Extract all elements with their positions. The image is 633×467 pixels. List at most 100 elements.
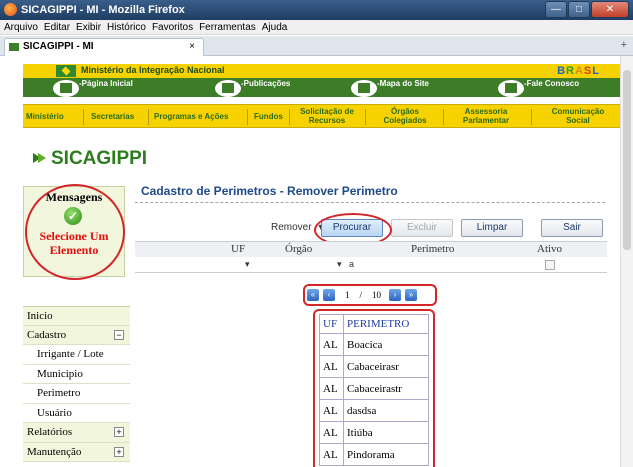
cell-uf: AL — [319, 377, 344, 400]
messages-text: Selecione Um Elemento — [39, 229, 109, 257]
menu-ferramentas[interactable]: Ferramentas — [199, 20, 256, 34]
cell-perimetro: dasdsa — [343, 399, 429, 422]
menu-bar: Arquivo Editar Exibir Histórico Favorito… — [0, 20, 633, 35]
menu-arquivo[interactable]: Arquivo — [4, 20, 38, 34]
messages-panel: Mensagens ✓ Selecione Um Elemento — [23, 186, 125, 277]
menu-exibir[interactable]: Exibir — [76, 20, 101, 34]
map-icon — [351, 80, 377, 97]
chevron-down-icon: ▾ — [245, 259, 250, 269]
table-row[interactable]: AL Itiúba — [319, 421, 429, 444]
section-orgaos[interactable]: Órgãos Colegiados — [377, 107, 433, 125]
check-icon: ✓ — [64, 207, 82, 225]
section-solicitacao[interactable]: Solicitação de Recursos — [295, 107, 359, 125]
filter-input-row: ▾ ▾ a — [135, 257, 607, 273]
tab-close-icon[interactable]: × — [189, 39, 195, 55]
filter-header-perimetro: Perimetro — [411, 243, 455, 255]
menu-item-usuario[interactable]: Usuário — [23, 403, 130, 423]
next-page-icon[interactable]: › — [389, 289, 402, 301]
tab-label: SICAGIPPI - MI — [23, 41, 94, 52]
cell-perimetro: Boacica — [343, 333, 429, 356]
first-page-icon[interactable]: « — [307, 289, 319, 301]
section-secretarias[interactable]: Secretarias — [91, 112, 134, 121]
cell-perimetro: Cabaceirasr — [343, 355, 429, 378]
new-tab-button[interactable]: + — [621, 39, 627, 51]
nav-mapa-do-site[interactable]: -Mapa do Site — [377, 78, 429, 97]
menu-ajuda[interactable]: Ajuda — [262, 20, 288, 34]
brasil-logo: BRASL — [557, 65, 600, 77]
procurar-button[interactable]: Procurar — [321, 219, 383, 237]
cell-uf: AL — [319, 443, 344, 466]
menu-item-manutencao[interactable]: Manutenção + — [23, 442, 130, 462]
table-row[interactable]: AL Cabaceirasr — [319, 355, 429, 378]
limpar-button[interactable]: Limpar — [461, 219, 523, 237]
filter-header-uf: UF — [231, 243, 246, 255]
filter-header-orgao: Órgão — [285, 243, 313, 255]
firefox-icon — [4, 3, 17, 16]
menu-item-municipio[interactable]: Municipio — [23, 364, 130, 384]
section-programas[interactable]: Programas e Ações — [154, 112, 228, 121]
expand-icon[interactable]: + — [114, 446, 124, 457]
messages-title: Mensagens — [45, 190, 103, 204]
table-row[interactable]: AL Pindorama — [319, 443, 429, 466]
nav-pagina-inicial[interactable]: -Página Inicial — [79, 78, 133, 97]
prev-page-icon[interactable]: ‹ — [323, 289, 335, 301]
section-assessoria[interactable]: Assessoria Parlamentar — [451, 107, 521, 125]
results-table: UF PERIMETRO AL Boacica AL Cabaceirasr AL C… — [319, 314, 429, 466]
total-pages: 10 — [372, 290, 382, 300]
table-row[interactable]: AL dasdsa — [319, 399, 429, 422]
filter-header-ativo: Ativo — [537, 243, 563, 255]
cell-perimetro: Pindorama — [343, 443, 429, 466]
scrollbar-thumb[interactable] — [623, 70, 631, 250]
nav-publicacoes[interactable]: -Publicações — [241, 78, 290, 97]
home-icon — [53, 80, 79, 97]
vertical-scrollbar[interactable] — [620, 56, 633, 467]
ativo-checkbox[interactable] — [545, 260, 555, 270]
menu-item-perimetro[interactable]: Perimetro — [23, 384, 130, 404]
menu-item-inicio[interactable]: Inicio — [23, 306, 130, 326]
gov-top-bar: Ministério da Integração Nacional BRASL — [23, 64, 620, 78]
cell-uf: AL — [319, 355, 344, 378]
browser-tab[interactable]: SICAGIPPI - MI × — [4, 38, 204, 56]
table-row[interactable]: AL Cabaceirastr — [319, 377, 429, 400]
cell-perimetro: Cabaceirastr — [343, 377, 429, 400]
web-page: Ministério da Integração Nacional BRASL … — [13, 56, 620, 467]
nav-fale-conosco[interactable]: -Fale Conosco — [524, 78, 579, 97]
publications-icon — [215, 80, 241, 97]
cell-uf: AL — [319, 399, 344, 422]
menu-favoritos[interactable]: Favoritos — [152, 20, 193, 34]
left-menu: Inicio Cadastro − Irrigante / Lote Munici… — [23, 306, 130, 462]
left-gutter — [0, 56, 13, 467]
section-ministerio[interactable]: Ministério — [26, 112, 64, 121]
perimetro-input[interactable]: a — [349, 259, 499, 269]
excluir-button[interactable]: Excluir — [391, 219, 453, 237]
col-header-perimetro[interactable]: PERIMETRO — [343, 314, 429, 334]
last-page-icon[interactable]: » — [405, 289, 418, 301]
logo-icon — [33, 153, 46, 163]
page-separator: / — [359, 290, 363, 300]
minimize-button[interactable]: — — [545, 1, 567, 18]
table-row[interactable]: AL Boacica — [319, 333, 429, 356]
collapse-icon[interactable]: − — [114, 329, 124, 340]
sair-button[interactable]: Sair — [541, 219, 603, 237]
maximize-button[interactable]: □ — [568, 1, 590, 18]
col-header-uf[interactable]: UF — [319, 314, 344, 334]
close-window-button[interactable]: ✕ — [591, 1, 629, 18]
tab-bar: SICAGIPPI - MI × + — [0, 36, 633, 56]
table-header-row: UF PERIMETRO — [319, 314, 429, 334]
action-select[interactable]: Remover ▾ — [271, 222, 323, 233]
ministry-link[interactable]: Ministério da Integração Nacional — [81, 65, 225, 75]
window-title: SICAGIPPI - MI - Mozilla Firefox — [21, 4, 185, 16]
sicagippi-logo: SICAGIPPI — [33, 148, 147, 170]
chevron-down-icon: ▾ — [337, 259, 342, 269]
current-page[interactable]: 1 — [345, 290, 350, 300]
expand-icon[interactable]: + — [114, 427, 124, 437]
section-comunicacao[interactable]: Comunicação Social — [541, 107, 615, 125]
section-fundos[interactable]: Fundos — [254, 112, 283, 121]
menu-item-cadastro[interactable]: Cadastro − — [23, 325, 130, 345]
menu-item-relatorios[interactable]: Relatórios + — [23, 423, 130, 443]
pagination: « ‹ 1 / 10 › » — [307, 288, 418, 302]
menu-editar[interactable]: Editar — [44, 20, 70, 34]
menu-item-irrigante-lote[interactable]: Irrigante / Lote — [23, 345, 130, 365]
menu-historico[interactable]: Histórico — [107, 20, 146, 34]
cell-uf: AL — [319, 421, 344, 444]
